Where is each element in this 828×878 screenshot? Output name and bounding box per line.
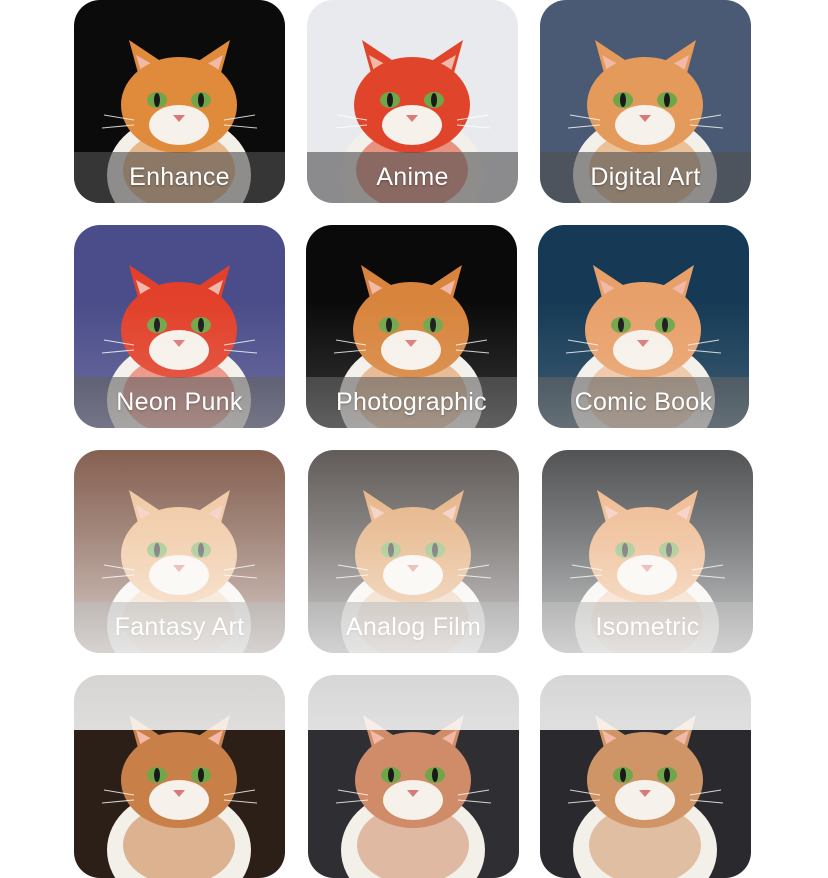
style-label-bar: Photographic <box>306 377 517 428</box>
style-label-bar: Enhance <box>74 152 285 203</box>
style-label-bar: Analog Film <box>308 602 519 653</box>
style-label-bar: Isometric <box>542 602 753 653</box>
style-label: Enhance <box>129 163 230 191</box>
cat-thumbnail <box>308 675 519 878</box>
style-grid: Enhance Anime Digital Art Neon Punk Phot… <box>0 0 828 878</box>
style-label-bar: Comic Book <box>538 377 749 428</box>
style-label: Analog Film <box>345 613 482 641</box>
style-tile-row4-3[interactable] <box>540 675 751 878</box>
style-label: Photographic <box>336 388 487 416</box>
style-tile-row4-2[interactable] <box>308 675 519 878</box>
style-label: Isometric <box>595 613 700 641</box>
style-label: Fantasy Art <box>114 613 245 641</box>
style-label: Neon Punk <box>116 388 243 416</box>
style-tile-row4-1[interactable] <box>74 675 285 878</box>
style-label-bar: Digital Art <box>540 152 751 203</box>
style-label-bar: Fantasy Art <box>74 602 285 653</box>
style-tile-isometric[interactable]: Isometric <box>542 450 753 653</box>
style-label: Comic Book <box>574 388 713 416</box>
style-tile-digital-art[interactable]: Digital Art <box>540 0 751 203</box>
style-tile-anime[interactable]: Anime <box>307 0 518 203</box>
style-label: Digital Art <box>590 163 701 191</box>
style-label: Anime <box>376 163 449 191</box>
style-tile-analog-film[interactable]: Analog Film <box>308 450 519 653</box>
style-tile-photographic[interactable]: Photographic <box>306 225 517 428</box>
style-label-bar: Neon Punk <box>74 377 285 428</box>
style-label-bar: Anime <box>307 152 518 203</box>
style-tile-enhance[interactable]: Enhance <box>74 0 285 203</box>
cat-thumbnail <box>540 675 751 878</box>
style-tile-comic-book[interactable]: Comic Book <box>538 225 749 428</box>
style-tile-fantasy-art[interactable]: Fantasy Art <box>74 450 285 653</box>
style-tile-neon-punk[interactable]: Neon Punk <box>74 225 285 428</box>
cat-thumbnail <box>74 675 285 878</box>
